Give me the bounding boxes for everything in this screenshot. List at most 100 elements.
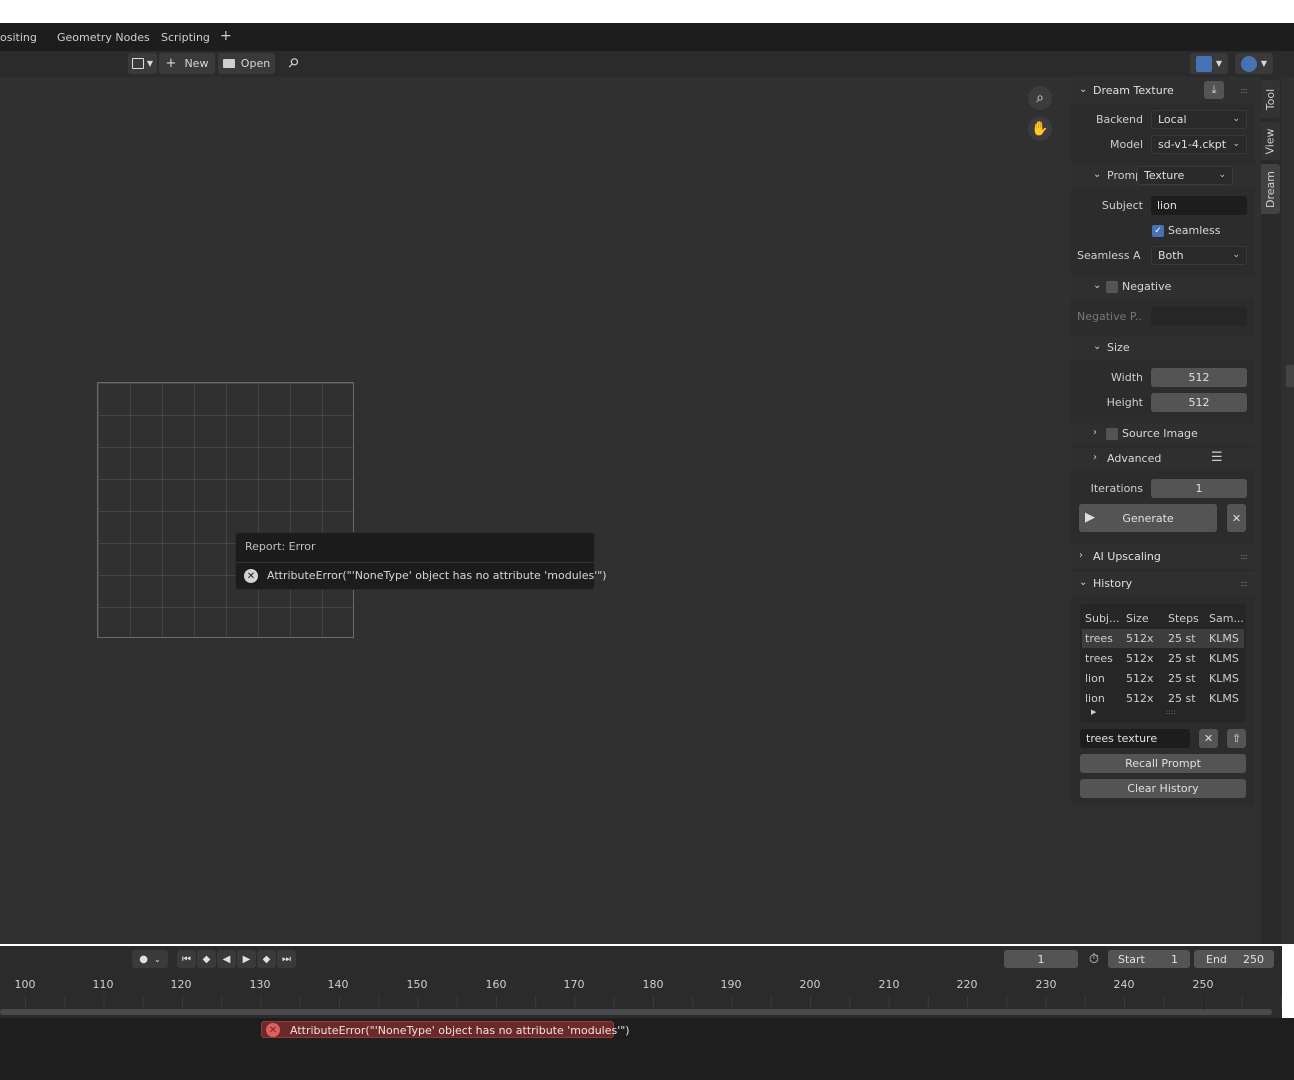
history-row[interactable]: trees 512x 25 st KLMS — [1082, 629, 1244, 648]
new-image-button[interactable]: + New — [159, 53, 215, 74]
grip-icon[interactable]: :::: — [1240, 579, 1248, 588]
play-button[interactable]: ▶ — [237, 950, 256, 968]
ruler-tick: 200 — [799, 978, 821, 991]
ruler-tick: 220 — [956, 978, 978, 991]
grip-icon[interactable]: :::: — [1240, 86, 1248, 95]
history-list[interactable]: Subj... Size Steps Sam... trees 512x 25 … — [1080, 604, 1246, 722]
jump-end-button[interactable]: ⏭ — [277, 950, 296, 968]
gizmo-toggle-button[interactable]: ▼ — [1190, 53, 1228, 74]
pin-button[interactable]: ⚲ — [282, 53, 304, 74]
add-workspace-button[interactable]: + — [220, 28, 232, 44]
dream-texture-header[interactable]: ⌄ Dream Texture ⤓ :::: — [1071, 79, 1255, 103]
tab-view-label: View — [1264, 127, 1278, 155]
source-image-checkbox[interactable] — [1106, 428, 1118, 440]
negative-subpanel-header[interactable]: ⌄ Negative — [1071, 276, 1255, 298]
size-subpanel-header[interactable]: ⌄ Size — [1071, 337, 1255, 359]
overlay-toggle-button[interactable]: ▼ — [1235, 53, 1273, 74]
sidebar-tabs: Tool View Dream — [1261, 77, 1281, 944]
timeline-body[interactable] — [0, 996, 1282, 1018]
preset-list-icon[interactable]: ☰ — [1211, 450, 1223, 465]
negative-prompt-label: Negative P... — [1077, 310, 1143, 323]
advanced-subpanel-header[interactable]: › Advanced ☰ — [1071, 448, 1255, 470]
chevron-down-icon: ⌄ — [1093, 280, 1102, 291]
zoom-icon[interactable]: ⌕ — [1028, 86, 1052, 110]
history-col-size: Size — [1126, 612, 1149, 625]
tab-dream-label: Dream — [1264, 170, 1278, 208]
prompt-type-value: Texture — [1144, 169, 1185, 182]
ai-upscaling-header[interactable]: › AI Upscaling :::: — [1071, 545, 1255, 569]
history-header[interactable]: ⌄ History :::: — [1071, 572, 1255, 596]
source-image-subpanel-header[interactable]: › Source Image — [1071, 423, 1255, 445]
grip-icon[interactable]: :::: — [1240, 552, 1248, 561]
ruler-tick: 160 — [485, 978, 507, 991]
model-dropdown[interactable]: sd-v1-4.ckpt ⌄ — [1151, 135, 1247, 154]
download-icon[interactable]: ⤓ — [1204, 81, 1224, 99]
start-label: Start — [1118, 952, 1145, 966]
prev-keyframe-button[interactable]: ◆ — [197, 950, 216, 968]
iterations-value: 1 — [1195, 482, 1203, 495]
tab-dream[interactable]: Dream — [1261, 164, 1280, 214]
generate-button[interactable]: ▶ Generate — [1079, 504, 1217, 532]
start-frame-field[interactable]: Start 1 — [1108, 950, 1190, 968]
pan-hand-icon[interactable]: ✋ — [1028, 117, 1052, 141]
end-frame-field[interactable]: End 250 — [1194, 950, 1274, 968]
next-keyframe-button[interactable]: ◆ — [257, 950, 276, 968]
clear-history-button[interactable]: Clear History — [1080, 779, 1246, 798]
negative-checkbox[interactable] — [1106, 281, 1118, 293]
clear-history-label: Clear History — [1127, 782, 1199, 795]
history-cell: 512x — [1126, 672, 1154, 685]
open-image-button[interactable]: Open — [218, 53, 275, 74]
export-icon: ⇧ — [1231, 732, 1242, 745]
backend-dropdown[interactable]: Local ⌄ — [1151, 110, 1247, 129]
overlay-icon — [1240, 55, 1257, 72]
prompt-subpanel-header[interactable]: ⌄ Promp Texture ⌄ — [1071, 165, 1255, 187]
remove-history-button[interactable]: ✕ — [1199, 729, 1218, 748]
expand-triangle-icon[interactable]: ▶ — [1091, 708, 1096, 716]
history-row[interactable]: trees 512x 25 st KLMS — [1082, 649, 1244, 668]
tab-geometry-nodes[interactable]: Geometry Nodes — [57, 31, 150, 44]
popup-error-row: ✕ AttributeError("'NoneType' object has … — [236, 562, 607, 589]
right-edge-strip — [1286, 365, 1294, 387]
height-value: 512 — [1188, 396, 1210, 409]
status-error-report[interactable]: ✕ AttributeError("'NoneType' object has … — [261, 1021, 630, 1038]
play-reverse-button[interactable]: ◀ — [217, 950, 236, 968]
width-field[interactable]: 512 — [1151, 368, 1247, 387]
height-field[interactable]: 512 — [1151, 393, 1247, 412]
history-prompt-field[interactable]: trees texture — [1080, 729, 1190, 748]
image-canvas[interactable] — [97, 382, 354, 638]
history-row[interactable]: lion 512x 25 st KLMS — [1082, 689, 1244, 708]
negative-prompt-input[interactable] — [1151, 307, 1247, 326]
export-history-button[interactable]: ⇧ — [1227, 729, 1246, 748]
iterations-field[interactable]: 1 — [1151, 479, 1247, 498]
record-dot-icon: ● — [139, 953, 149, 965]
timeline-scrollbar[interactable] — [0, 1009, 1272, 1015]
chevron-down-icon: ⌄ — [1093, 169, 1102, 180]
history-cell: 512x — [1126, 692, 1154, 705]
use-preview-range-button[interactable]: ⏱ — [1084, 950, 1104, 968]
chevron-down-icon: ⌄ — [1079, 84, 1088, 95]
cancel-generate-button[interactable]: ✕ — [1227, 504, 1246, 532]
editor-type-dropdown[interactable]: ▼ — [128, 53, 157, 74]
tab-compositing[interactable]: ositing — [0, 31, 37, 44]
keying-dropdown[interactable]: ● ⌄ — [132, 950, 168, 968]
timeline-ruler[interactable]: 100 110 120 130 140 150 160 170 180 190 … — [0, 972, 1282, 996]
jump-start-button[interactable]: ⏮ — [177, 950, 196, 968]
tab-tool[interactable]: Tool — [1261, 80, 1280, 118]
generate-label: Generate — [1122, 511, 1174, 525]
end-label: End — [1206, 952, 1227, 966]
resize-grip-icon[interactable]: :::: — [1166, 708, 1175, 716]
seamless-axes-dropdown[interactable]: Both ⌄ — [1151, 246, 1247, 265]
chevron-down-icon: ⌄ — [154, 954, 161, 964]
tab-view[interactable]: View — [1261, 122, 1280, 160]
current-frame-field[interactable]: 1 — [1004, 950, 1078, 968]
recall-prompt-button[interactable]: Recall Prompt — [1080, 754, 1246, 773]
prompt-type-dropdown[interactable]: Texture ⌄ — [1137, 166, 1233, 185]
history-cell: 25 st — [1168, 692, 1196, 705]
seamless-checkbox[interactable]: ✓ — [1152, 225, 1164, 237]
chevron-down-icon: ⌄ — [1079, 577, 1088, 588]
subject-input[interactable]: lion — [1151, 196, 1247, 215]
close-icon: ✕ — [1231, 511, 1242, 525]
history-row[interactable]: lion 512x 25 st KLMS — [1082, 669, 1244, 688]
tab-scripting[interactable]: Scripting — [161, 31, 210, 44]
model-label: Model — [1109, 138, 1143, 151]
